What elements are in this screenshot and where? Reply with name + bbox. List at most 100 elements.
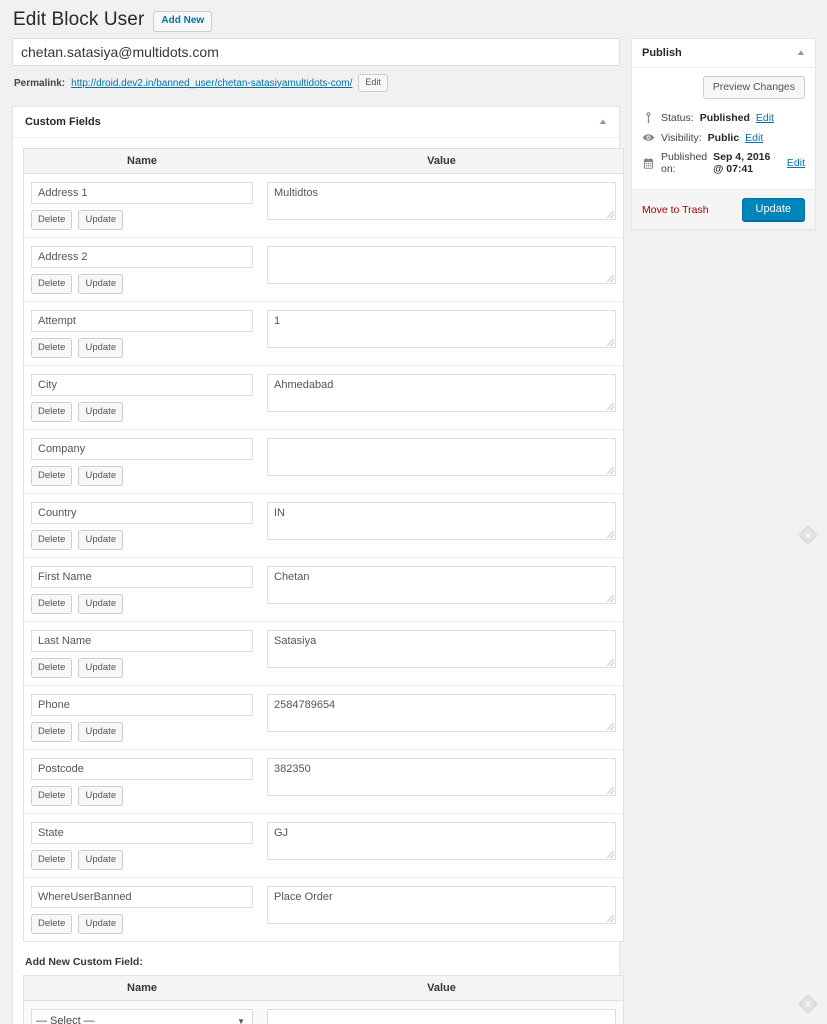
delete-button[interactable]: Delete [31, 530, 73, 550]
delete-button[interactable]: Delete [31, 786, 73, 806]
permalink-url-link[interactable]: http://droid.dev2.in/banned_user/chetan-… [71, 78, 352, 89]
field-name-cell: DeleteUpdate [23, 557, 260, 622]
chevron-up-icon[interactable]: ▲ [795, 49, 806, 57]
table-header-row: Name Value [23, 975, 624, 1001]
field-name-input[interactable] [31, 566, 253, 588]
field-value-textarea[interactable] [267, 630, 616, 668]
field-name-input[interactable] [31, 246, 253, 268]
update-button[interactable]: Update [78, 786, 124, 806]
field-value-textarea[interactable] [267, 502, 616, 540]
field-value-wrap [267, 246, 616, 284]
new-field-value-cell [260, 1000, 624, 1024]
permalink-label: Permalink: [14, 77, 66, 89]
status-edit-link[interactable]: Edit [756, 112, 774, 124]
update-button[interactable]: Update [78, 914, 124, 934]
permalink-row: Permalink: http://droid.dev2.in/banned_u… [12, 74, 620, 92]
custom-fields-header[interactable]: Custom Fields ▲ [13, 107, 619, 138]
delete-button[interactable]: Delete [31, 594, 73, 614]
chevron-up-icon[interactable]: ▲ [597, 118, 608, 126]
delete-button[interactable]: Delete [31, 914, 73, 934]
new-field-name-select[interactable]: — Select — [31, 1009, 253, 1024]
update-button[interactable]: Update [741, 198, 805, 221]
publish-box-header[interactable]: Publish ▲ [632, 39, 815, 68]
move-to-trash-link[interactable]: Move to Trash [642, 204, 709, 216]
delete-button[interactable]: Delete [31, 402, 73, 422]
field-value-textarea[interactable] [267, 566, 616, 604]
visibility-label: Visibility: [661, 131, 702, 144]
status-row: Status: Published Edit [642, 108, 805, 128]
field-name-input[interactable] [31, 822, 253, 844]
visibility-edit-link[interactable]: Edit [745, 132, 763, 144]
field-value-textarea[interactable] [267, 694, 616, 732]
table-row: DeleteUpdate [23, 749, 624, 814]
published-on-label: Published on: [661, 151, 708, 175]
preview-changes-button[interactable]: Preview Changes [702, 76, 805, 99]
post-title-input[interactable] [12, 38, 620, 66]
field-value-textarea[interactable] [267, 246, 616, 284]
update-button[interactable]: Update [78, 722, 124, 742]
publish-box-footer: Move to Trash Update [632, 189, 815, 229]
delete-button[interactable]: Delete [31, 338, 73, 358]
row-actions: Delete Update [31, 850, 253, 870]
table-header-row: Name Value [23, 148, 624, 174]
field-value-cell [260, 365, 624, 430]
add-new-custom-field-heading: Add New Custom Field: [25, 956, 143, 968]
delete-button[interactable]: Delete [31, 466, 73, 486]
table-row: DeleteUpdate [23, 493, 624, 558]
update-button[interactable]: Update [78, 594, 124, 614]
update-button[interactable]: Update [78, 658, 124, 678]
custom-fields-title: Custom Fields [25, 116, 101, 128]
field-value-textarea[interactable] [267, 822, 616, 860]
delete-button[interactable]: Delete [31, 658, 73, 678]
field-name-cell: DeleteUpdate [23, 621, 260, 686]
update-button[interactable]: Update [78, 466, 124, 486]
table-row: DeleteUpdate [23, 621, 624, 686]
published-on-edit-link[interactable]: Edit [787, 157, 805, 169]
update-button[interactable]: Update [78, 338, 124, 358]
field-name-input[interactable] [31, 502, 253, 524]
field-name-input[interactable] [31, 438, 253, 460]
field-value-textarea[interactable] [267, 886, 616, 924]
field-value-textarea[interactable] [267, 758, 616, 796]
delete-button[interactable]: Delete [31, 850, 73, 870]
screen-header: Edit Block User Add New [0, 0, 827, 32]
field-name-input[interactable] [31, 886, 253, 908]
field-name-input[interactable] [31, 630, 253, 652]
field-name-cell: DeleteUpdate [23, 237, 260, 302]
diamond-drag-handle-icon[interactable] [797, 524, 819, 546]
status-value: Published [699, 111, 750, 124]
field-value-textarea[interactable] [267, 310, 616, 348]
field-name-input[interactable] [31, 694, 253, 716]
field-value-cell [260, 621, 624, 686]
field-name-cell: DeleteUpdate [23, 813, 260, 878]
add-new-button[interactable]: Add New [153, 10, 213, 32]
publish-box-body: Preview Changes Status: Published Edit V… [632, 68, 815, 189]
delete-button[interactable]: Delete [31, 210, 73, 230]
field-name-input[interactable] [31, 182, 253, 204]
diamond-drag-handle-icon[interactable] [797, 993, 819, 1015]
field-name-input[interactable] [31, 374, 253, 396]
delete-button[interactable]: Delete [31, 274, 73, 294]
delete-button[interactable]: Delete [31, 722, 73, 742]
update-button[interactable]: Update [78, 530, 124, 550]
field-value-cell [260, 429, 624, 494]
column-header-name: Name [23, 148, 260, 174]
table-row: DeleteUpdate [24, 878, 624, 942]
field-value-wrap [267, 374, 616, 412]
page-title: Edit Block User [13, 9, 145, 30]
published-on-value: Sep 4, 2016 @ 07:41 [713, 151, 771, 175]
update-button[interactable]: Update [78, 850, 124, 870]
new-field-value-textarea[interactable] [267, 1009, 616, 1024]
update-button[interactable]: Update [78, 402, 124, 422]
permalink-edit-button[interactable]: Edit [358, 74, 388, 92]
field-value-textarea[interactable] [267, 182, 616, 220]
field-name-input[interactable] [31, 758, 253, 780]
update-button[interactable]: Update [78, 210, 124, 230]
field-value-textarea[interactable] [267, 374, 616, 412]
field-value-wrap [267, 694, 616, 732]
update-button[interactable]: Update [78, 274, 124, 294]
field-value-textarea[interactable] [267, 438, 616, 476]
field-name-input[interactable] [31, 310, 253, 332]
field-value-wrap [267, 182, 616, 220]
field-value-wrap [267, 566, 616, 604]
